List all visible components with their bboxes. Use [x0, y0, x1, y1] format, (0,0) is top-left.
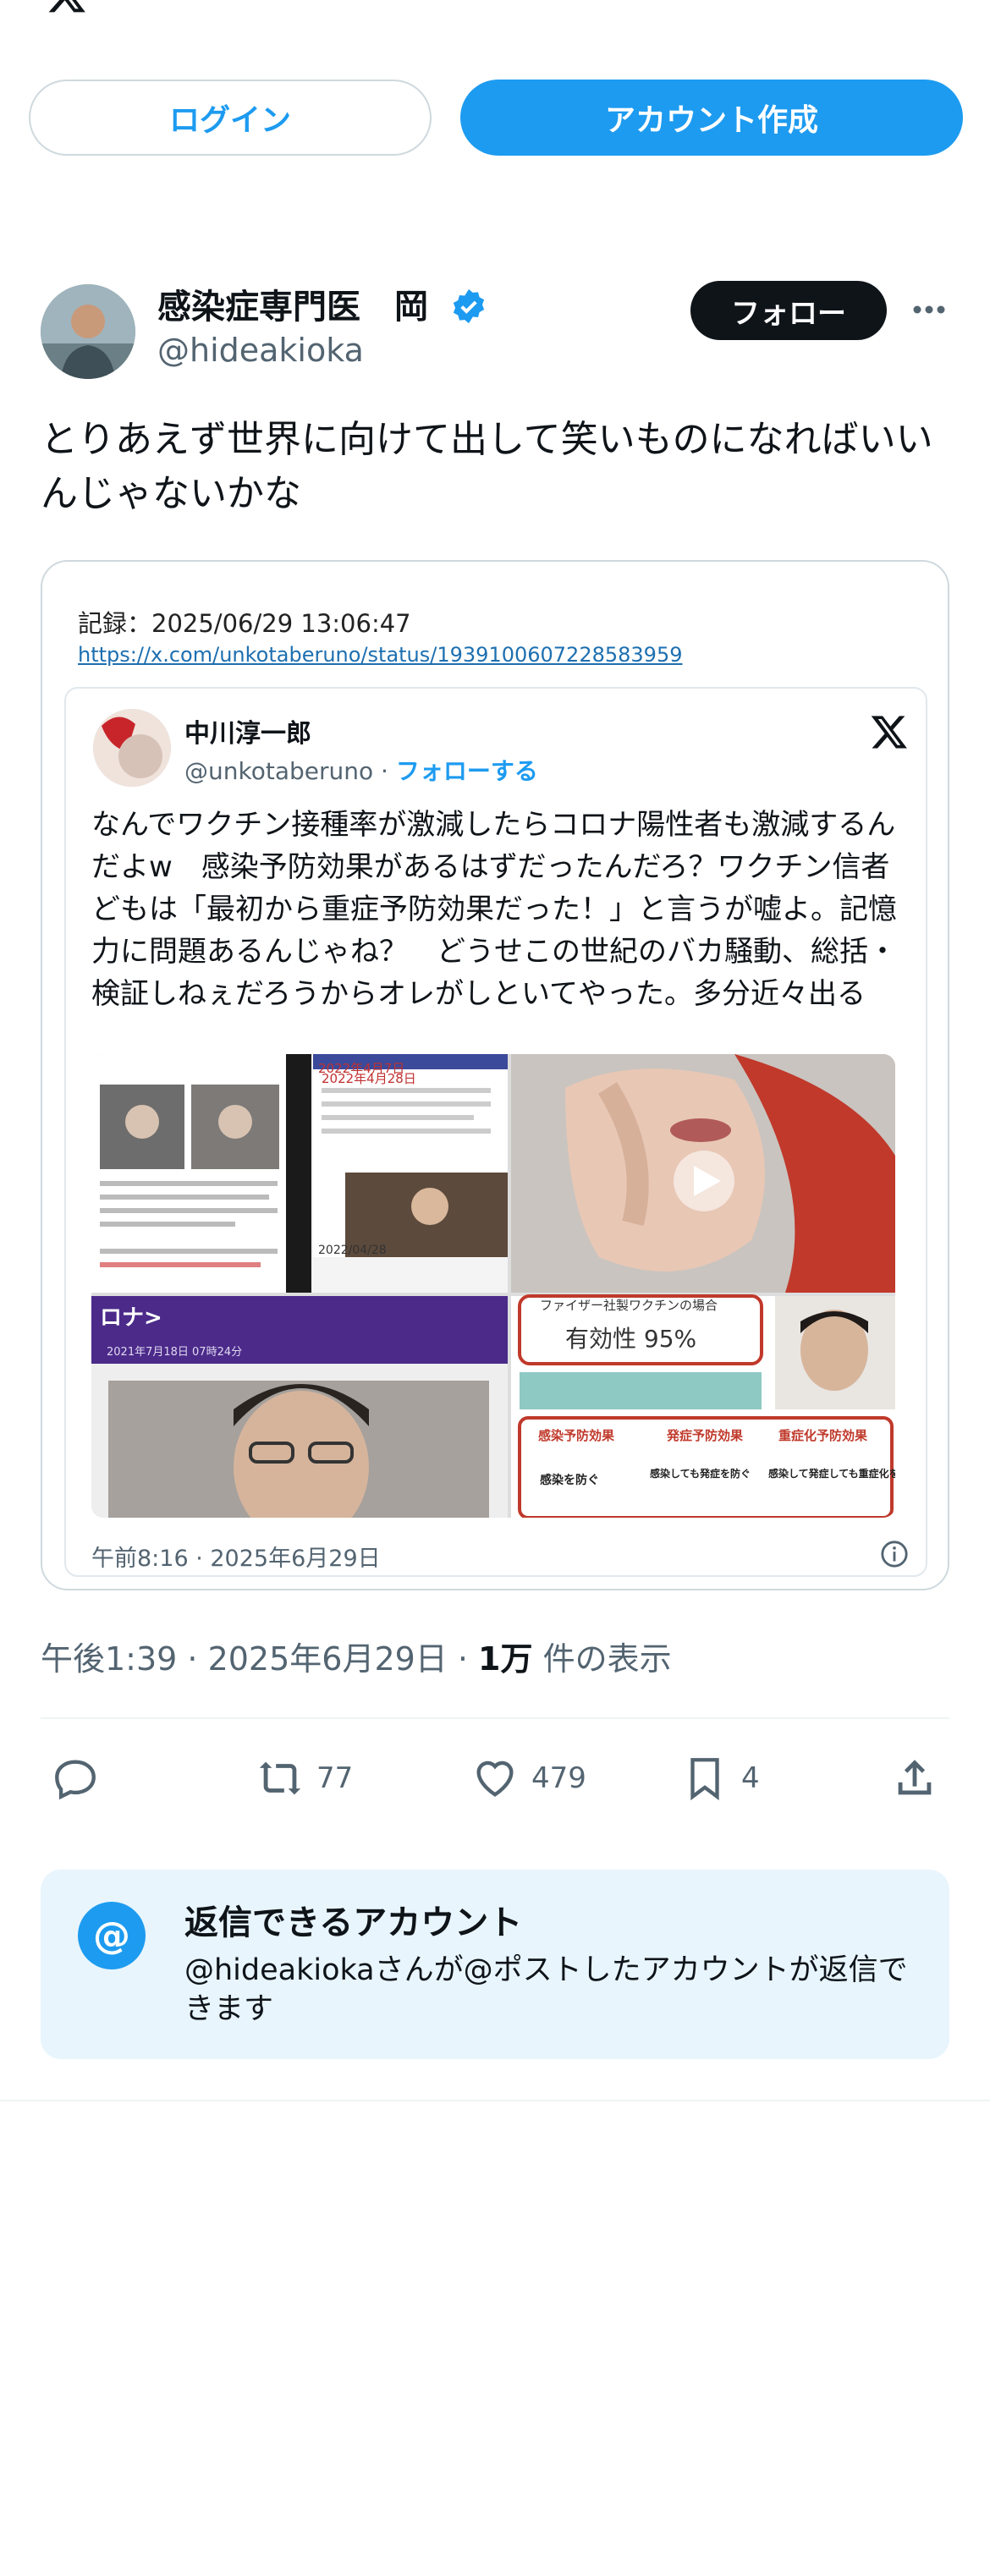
- media-effect-1-sub: 感染を防ぐ: [540, 1473, 599, 1487]
- at-sign-icon: @: [78, 1902, 146, 1969]
- quoted-follow-link: フォローする: [395, 757, 538, 785]
- x-logo-icon[interactable]: [41, 0, 93, 15]
- media-banner-date: 2021年7月18日 07時24分: [107, 1346, 242, 1359]
- reply-restriction-notice: @ 返信できるアカウント @hideakiokaさんが@ポストしたアカウントが返…: [41, 1870, 949, 2059]
- tweet-timestamp[interactable]: 午後1:39 · 2025年6月29日 ·: [41, 1640, 478, 1678]
- retweet-icon: [259, 1761, 301, 1795]
- media-effect-1: 感染予防効果: [538, 1428, 615, 1443]
- heart-icon: [476, 1760, 514, 1797]
- tweet-text: とりあえず世界に向けて出して笑いものになればいいんじゃないかな: [41, 418, 933, 515]
- media-effect-3: 重症化予防効果: [778, 1428, 868, 1443]
- media-date-3: 2022/04/28: [318, 1244, 387, 1257]
- media-effect-3-sub: 感染して発症しても重症化を防ぐ: [768, 1467, 895, 1480]
- login-button[interactable]: ログイン: [29, 80, 432, 156]
- like-button[interactable]: 479: [470, 1753, 586, 1804]
- media-banner: ロナ>: [100, 1305, 162, 1331]
- divider: [0, 2100, 990, 2101]
- bookmark-button[interactable]: 4: [680, 1753, 760, 1804]
- views-count: 1万: [478, 1640, 533, 1678]
- media-effect-2: 発症予防効果: [666, 1428, 744, 1443]
- reply-icon: [55, 1760, 96, 1800]
- record-url: https://x.com/unkotaberuno/status/193910…: [78, 643, 683, 667]
- x-logo-icon: [871, 716, 907, 749]
- retweet-button[interactable]: 77: [256, 1753, 353, 1804]
- signup-button[interactable]: アカウント作成: [460, 80, 963, 156]
- quoted-timestamp: 午前8:16 · 2025年6月29日: [91, 1546, 381, 1572]
- like-count: 479: [531, 1761, 586, 1795]
- more-options-icon[interactable]: [909, 293, 949, 327]
- media-effect-2-sub: 感染しても発症を防ぐ: [650, 1467, 751, 1480]
- bookmark-icon: [690, 1758, 719, 1801]
- media-pfizer-title: ファイザー社製ワクチンの場合: [540, 1298, 718, 1313]
- media-efficacy: 有効性 95%: [565, 1325, 696, 1353]
- quoted-handle-text: @unkotaberuno ·: [184, 757, 396, 785]
- record-label: 記録：2025/06/29 13:06:47: [78, 609, 411, 638]
- quoted-post: 中川淳一郎 @unkotaberuno · フォローする なんでワクチン接種率が…: [64, 687, 927, 1577]
- quoted-text: なんでワクチン接種率が激減したらコロナ陽性者も激減するんだよw 感染予防効果があ…: [91, 808, 897, 1011]
- divider: [41, 1717, 949, 1719]
- follow-button[interactable]: フォロー: [690, 281, 887, 340]
- share-icon: [898, 1760, 932, 1795]
- views-label: 件の表示: [532, 1640, 672, 1678]
- author-avatar[interactable]: [41, 284, 135, 379]
- author-handle[interactable]: @hideakioka: [157, 332, 364, 369]
- media-date-2: 2022年4月28日: [322, 1071, 416, 1086]
- info-icon: [881, 1541, 908, 1568]
- verified-badge-icon: [453, 288, 485, 324]
- reply-button[interactable]: [51, 1753, 112, 1804]
- quoted-avatar: [93, 709, 171, 787]
- share-button[interactable]: [890, 1753, 951, 1804]
- quoted-media-grid: 2022年4月7日 2022年4月28日 2022/04/28 ロナ> 2021…: [91, 1054, 895, 1518]
- quoted-author-handle: @unkotaberuno · フォローする: [184, 753, 538, 787]
- bookmark-count: 4: [741, 1761, 760, 1795]
- retweet-count: 77: [316, 1761, 354, 1795]
- tweet-image-card[interactable]: 記録：2025/06/29 13:06:47 https://x.com/unk…: [41, 560, 949, 1590]
- tweet-metadata: 午後1:39 · 2025年6月29日 · 1万 件の表示: [41, 1633, 672, 1679]
- reply-restriction-desc: @hideakiokaさんが@ポストしたアカウントが返信できます: [184, 1953, 908, 2026]
- reply-restriction-title: 返信できるアカウント: [184, 1903, 523, 1942]
- quoted-author-name: 中川淳一郎: [184, 719, 311, 749]
- author-name[interactable]: 感染症専門医 岡: [157, 279, 428, 328]
